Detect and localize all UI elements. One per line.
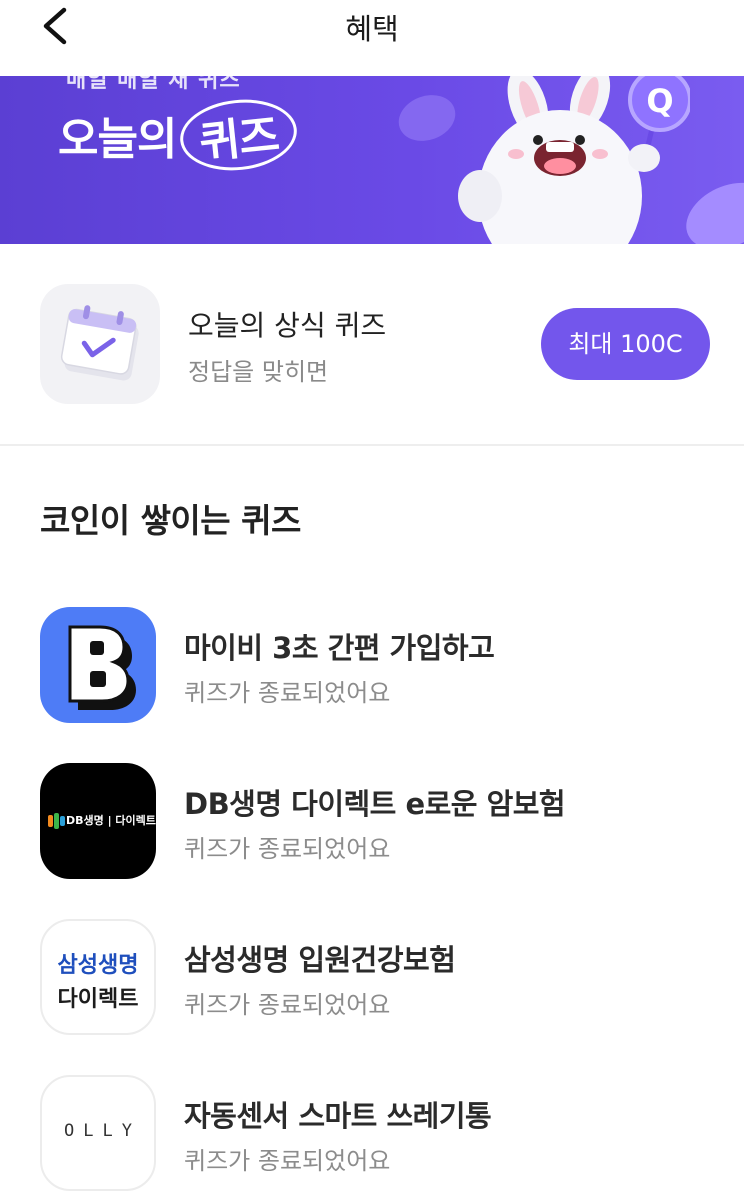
quiz-status: 퀴즈가 종료되었어요 xyxy=(184,1147,391,1175)
mybee-b-logo xyxy=(40,607,156,723)
today-quiz-title: 오늘의 상식 퀴즈 xyxy=(188,309,387,342)
db-life-logo: DB생명 | 다이렉트 xyxy=(40,763,156,879)
today-quiz-subtitle: 정답을 맞히면 xyxy=(188,358,329,386)
svg-text:Q: Q xyxy=(646,82,673,120)
quiz-status: 퀴즈가 종료되었어요 xyxy=(184,991,391,1019)
quiz-list-item[interactable]: 삼성생명 다이렉트 삼성생명 입원건강보험 퀴즈가 종료되었어요 xyxy=(0,919,744,1037)
quiz-title: 삼성생명 입원건강보험 xyxy=(184,943,456,977)
rabbit-mascot-icon: Q xyxy=(458,76,690,244)
page-title: 혜택 xyxy=(345,12,399,46)
quiz-title: 자동센서 스마트 쓰레기통 xyxy=(184,1099,492,1133)
top-bar: 혜택 xyxy=(0,0,744,76)
quiz-list-item[interactable]: OLLY 자동센서 스마트 쓰레기통 퀴즈가 종료되었어요 xyxy=(0,1075,744,1193)
today-quiz-row[interactable]: 오늘의 상식 퀴즈 정답을 맞히면 최대 100C xyxy=(0,244,744,446)
quiz-status: 퀴즈가 종료되었어요 xyxy=(184,679,391,707)
samsung-logo-line2: 다이렉트 xyxy=(57,987,139,1012)
calendar-check-icon xyxy=(60,305,139,381)
reward-button[interactable]: 최대 100C xyxy=(541,308,710,380)
section-title: 코인이 쌓이는 퀴즈 xyxy=(40,501,301,540)
quiz-title: DB생명 다이렉트 e로운 암보험 xyxy=(184,787,566,821)
db-logo-text: DB생명 | 다이렉트 xyxy=(66,814,156,827)
samsung-logo-line1: 삼성생명 xyxy=(57,953,139,978)
quiz-title: 마이비 3초 간편 가입하고 xyxy=(184,631,495,665)
samsung-life-logo: 삼성생명 다이렉트 xyxy=(40,919,156,1035)
today-quiz-icon-box xyxy=(40,284,160,404)
banner-title-highlight: 퀴즈 xyxy=(177,94,301,176)
quiz-status: 퀴즈가 종료되었어요 xyxy=(184,835,391,863)
olly-logo-text: OLLY xyxy=(64,1121,141,1141)
olly-logo: OLLY xyxy=(40,1075,156,1191)
quiz-banner[interactable]: 매일 매일 새 퀴즈 오늘의 퀴즈 Q xyxy=(0,76,744,244)
quiz-list-item[interactable]: DB생명 | 다이렉트 DB생명 다이렉트 e로운 암보험 퀴즈가 종료되었어요 xyxy=(0,763,744,881)
banner-title-main: 오늘의 xyxy=(58,114,177,165)
banner-subtitle: 매일 매일 새 퀴즈 xyxy=(66,76,241,93)
banner-title: 오늘의 퀴즈 xyxy=(58,94,301,176)
quiz-list-item[interactable]: 마이비 3초 간편 가입하고 퀴즈가 종료되었어요 xyxy=(0,607,744,725)
